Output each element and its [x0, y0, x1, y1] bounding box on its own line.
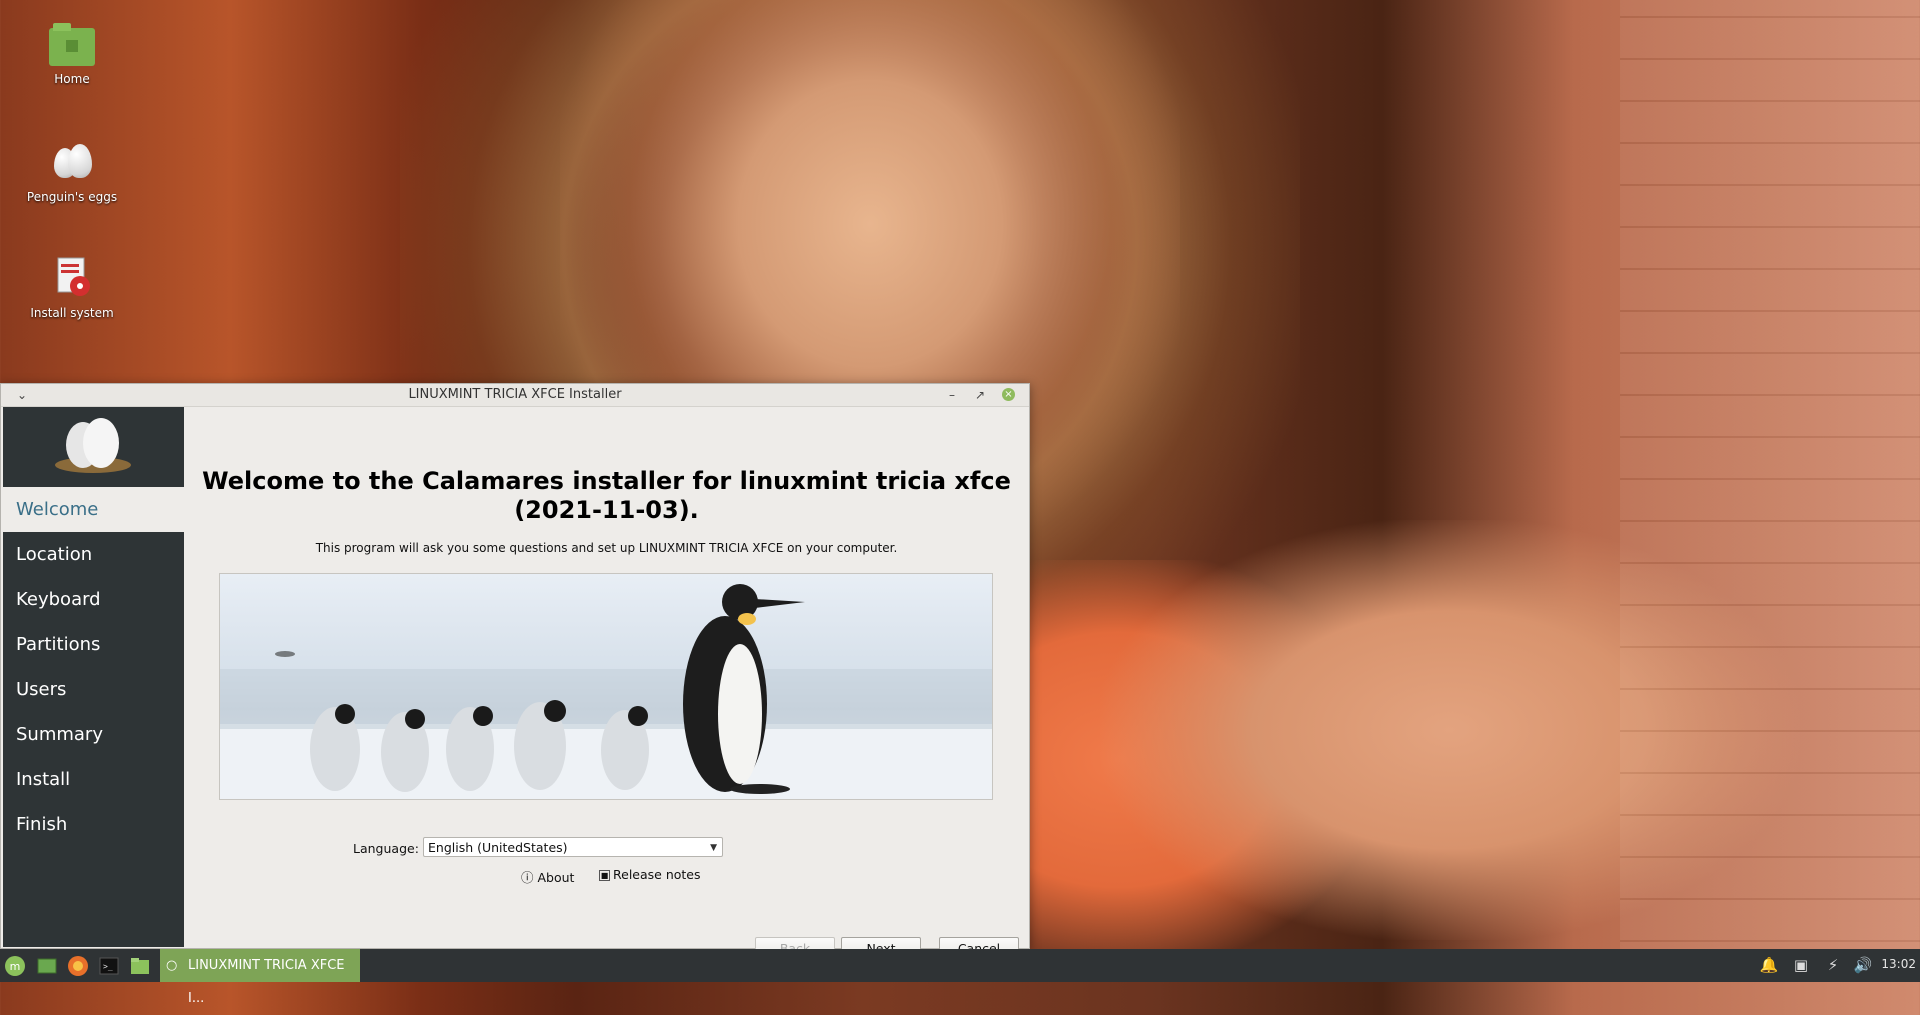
release-notes-button[interactable]: ■ Release notes	[599, 867, 701, 882]
home-folder-icon	[49, 23, 95, 66]
svg-text:m: m	[10, 960, 21, 973]
language-selected-value: English (UnitedStates)	[428, 840, 568, 855]
terminal-icon[interactable]: >_	[98, 955, 120, 977]
maximize-icon[interactable]: ↗	[971, 386, 989, 404]
language-label: Language:	[353, 841, 419, 856]
sidebar-item-partitions[interactable]: Partitions	[3, 622, 184, 667]
sidebar-item-finish[interactable]: Finish	[3, 802, 184, 847]
desktop-icon-label: Penguin's eggs	[26, 190, 118, 204]
sidebar-item-summary[interactable]: Summary	[3, 712, 184, 757]
sidebar-item-keyboard[interactable]: Keyboard	[3, 577, 184, 622]
desktop-icon-install-system[interactable]: Install system	[17, 254, 127, 320]
desktop-icon-penguins-eggs[interactable]: Penguin's eggs	[17, 140, 127, 204]
minimize-icon[interactable]: –	[943, 386, 961, 404]
svg-text:>_: >_	[103, 962, 113, 971]
penguin-eggs-icon	[48, 140, 96, 184]
power-manager-icon[interactable]: ⚡	[1822, 956, 1844, 978]
show-desktop-icon[interactable]	[36, 955, 58, 977]
sidebar-item-install[interactable]: Install	[3, 757, 184, 802]
language-select[interactable]: English (UnitedStates) ▼	[423, 837, 723, 857]
workspace-switcher-icon[interactable]: ▣	[1790, 956, 1812, 978]
info-icon: ⓘ	[521, 870, 534, 885]
release-notes-label: Release notes	[613, 867, 701, 882]
desktop-icon-home[interactable]: Home	[17, 22, 127, 86]
desktop-icon-label: Home	[54, 72, 90, 86]
dropdown-arrow-icon: ▼	[710, 843, 717, 853]
mint-menu-icon[interactable]: m	[4, 955, 26, 977]
installer-sidebar: Welcome Location Keyboard Partitions Use…	[3, 407, 184, 947]
desktop-icon-label: Install system	[30, 306, 114, 320]
close-icon[interactable]: ×	[1002, 388, 1015, 401]
penguins-banner-image	[219, 573, 993, 800]
sidebar-item-users[interactable]: Users	[3, 667, 184, 712]
sidebar-item-welcome[interactable]: Welcome	[3, 487, 184, 532]
welcome-page: Welcome to the Calamares installer for l…	[185, 407, 1028, 961]
install-system-icon	[48, 254, 96, 300]
clock[interactable]: 13:02	[1881, 957, 1916, 971]
sidebar-item-location[interactable]: Location	[3, 532, 184, 577]
window-titlebar[interactable]: ⌄ LINUXMINT TRICIA XFCE Installer – ↗ ×	[1, 384, 1029, 407]
page-title: Welcome to the Calamares installer for l…	[202, 467, 1011, 524]
taskbar-item-installer[interactable]: ○ LINUXMINT TRICIA XFCE I...	[160, 949, 360, 1006]
files-icon[interactable]	[129, 955, 151, 977]
penguin-eggs-logo	[3, 407, 184, 487]
notifications-bell-icon[interactable]: 🔔	[1758, 956, 1780, 978]
installer-window: ⌄ LINUXMINT TRICIA XFCE Installer – ↗ × …	[0, 383, 1030, 961]
taskbar: m >_ ○ LINUXMINT TRICIA XFCE I... 🔔 ▣ ⚡ …	[0, 949, 1920, 1006]
about-button[interactable]: ⓘ About	[521, 867, 574, 886]
about-label: About	[537, 870, 575, 885]
penguin-eggs-icon: ○	[166, 958, 178, 973]
volume-icon[interactable]: 🔊	[1852, 956, 1874, 978]
window-title: LINUXMINT TRICIA XFCE Installer	[408, 387, 622, 402]
taskbar-item-label: LINUXMINT TRICIA XFCE I...	[188, 958, 345, 1006]
firefox-icon[interactable]	[67, 955, 89, 977]
release-notes-icon: ■	[599, 870, 610, 881]
page-subtitle: This program will ask you some questions…	[315, 541, 898, 555]
